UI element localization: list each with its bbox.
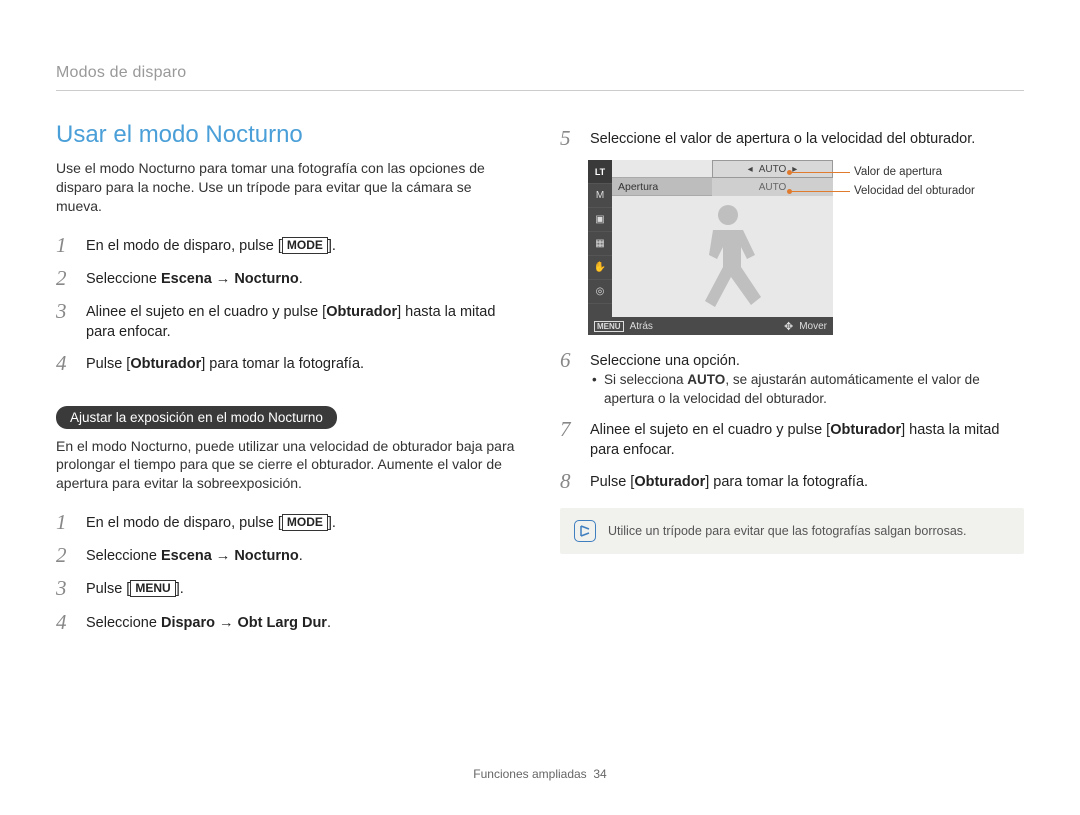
step-5: 5 Seleccione el valor de apertura o la v… xyxy=(560,121,1024,150)
camera-screen-wrap: LT M ▣ ▦ ✋ ◎ ◂AUTO▸ Apertura AUTO xyxy=(560,160,1024,335)
step-text: Seleccione Disparo → Obt Larg Dur. xyxy=(86,611,520,633)
step-number: 8 xyxy=(560,470,580,493)
step-number: 6 xyxy=(560,349,580,372)
bullet-auto: Si selecciona AUTO, se ajustarán automát… xyxy=(590,371,1024,407)
mover-label: Mover xyxy=(799,321,827,332)
step-text: ]. xyxy=(176,581,184,597)
lt-icon: LT xyxy=(588,160,612,184)
step-a4: 4 Pulse [Obturador] para tomar la fotogr… xyxy=(56,352,520,375)
step-text: ]. xyxy=(328,515,336,531)
step-number: 2 xyxy=(56,544,76,567)
hand-icon: ✋ xyxy=(588,256,612,280)
auto-label: AUTO xyxy=(759,164,787,175)
step-a1: 1 En el modo de disparo, pulse [MODE]. xyxy=(56,234,520,257)
step-number: 1 xyxy=(56,234,76,257)
note-icon xyxy=(574,520,596,542)
focus-icon: ▦ xyxy=(588,232,612,256)
step-b3: 3 Pulse [MENU]. xyxy=(56,577,520,600)
right-column: 5 Seleccione el valor de apertura o la v… xyxy=(560,121,1024,644)
menu-keycap: MENU xyxy=(130,580,175,597)
callouts: Valor de apertura Velocidad del obturado… xyxy=(790,164,975,201)
section-title: Usar el modo Nocturno xyxy=(56,121,520,149)
step-text: Seleccione una opción. xyxy=(590,351,1024,371)
mode-keycap: MODE xyxy=(282,237,328,254)
camera-icon: ▣ xyxy=(588,208,612,232)
callout-line-icon xyxy=(790,191,850,192)
step-text: ]. xyxy=(328,238,336,254)
left-column: Usar el modo Nocturno Use el modo Noctur… xyxy=(56,121,520,644)
step-text: Seleccione Escena → Nocturno. xyxy=(86,544,520,566)
step-text: Alinee el sujeto en el cuadro y pulse [O… xyxy=(86,300,520,343)
dpad-icon: ✥ xyxy=(784,320,793,333)
menu-keycap-icon: MENU xyxy=(594,321,624,332)
step-number: 3 xyxy=(56,300,76,323)
breadcrumb: Modos de disparo xyxy=(56,64,1024,91)
callout-obturador: Velocidad del obturador xyxy=(854,183,975,200)
chevron-left-icon: ◂ xyxy=(748,164,753,175)
page-footer: Funciones ampliadas 34 xyxy=(0,767,1080,781)
callout-apertura: Valor de apertura xyxy=(854,164,942,181)
step-text: Alinee el sujeto en el cuadro y pulse [O… xyxy=(590,418,1024,461)
step-b4: 4 Seleccione Disparo → Obt Larg Dur. xyxy=(56,611,520,634)
mode-icon: ◎ xyxy=(588,280,612,304)
step-number: 4 xyxy=(56,611,76,634)
note-text: Utilice un trípode para evitar que las f… xyxy=(608,524,967,538)
step-b2: 2 Seleccione Escena → Nocturno. xyxy=(56,544,520,567)
m-icon: M xyxy=(588,184,612,208)
step-text: Pulse [Obturador] para tomar la fotograf… xyxy=(86,352,520,374)
step-text: En el modo de disparo, pulse [ xyxy=(86,515,282,531)
step-b1: 1 En el modo de disparo, pulse [MODE]. xyxy=(56,511,520,534)
subsection-pill: Ajustar la exposición en el modo Nocturn… xyxy=(56,406,337,429)
subsection-text: En el modo Nocturno, puede utilizar una … xyxy=(56,437,520,494)
camera-bottombar: MENU Atrás ✥ Mover xyxy=(588,317,833,335)
step-6: 6 Seleccione una opción. Si selecciona A… xyxy=(560,349,1024,408)
step-a2: 2 Seleccione Escena → Nocturno. xyxy=(56,267,520,290)
step-7: 7 Alinee el sujeto en el cuadro y pulse … xyxy=(560,418,1024,461)
step-number: 2 xyxy=(56,267,76,290)
mode-keycap: MODE xyxy=(282,514,328,531)
step-number: 5 xyxy=(560,127,580,150)
atras-label: Atrás xyxy=(630,321,653,332)
step-text: En el modo de disparo, pulse [ xyxy=(86,238,282,254)
step-text: Seleccione el valor de apertura o la vel… xyxy=(590,127,1024,149)
step-number: 4 xyxy=(56,352,76,375)
intro-text: Use el modo Nocturno para tomar una foto… xyxy=(56,159,520,216)
step-text: Pulse [Obturador] para tomar la fotograf… xyxy=(590,470,1024,492)
step-a3: 3 Alinee el sujeto en el cuadro y pulse … xyxy=(56,300,520,343)
camera-side-icons: LT M ▣ ▦ ✋ ◎ xyxy=(588,160,612,317)
footer-label: Funciones ampliadas xyxy=(473,767,586,781)
step-8: 8 Pulse [Obturador] para tomar la fotogr… xyxy=(560,470,1024,493)
step-number: 7 xyxy=(560,418,580,441)
note-box: Utilice un trípode para evitar que las f… xyxy=(560,508,1024,554)
apertura-label: Apertura xyxy=(612,178,712,196)
silhouette-figure xyxy=(683,200,773,315)
step-text: Pulse [ xyxy=(86,581,130,597)
step-number: 3 xyxy=(56,577,76,600)
footer-page: 34 xyxy=(593,767,606,781)
callout-line-icon xyxy=(790,172,850,173)
step-number: 1 xyxy=(56,511,76,534)
step-text: Seleccione Escena → Nocturno. xyxy=(86,267,520,289)
